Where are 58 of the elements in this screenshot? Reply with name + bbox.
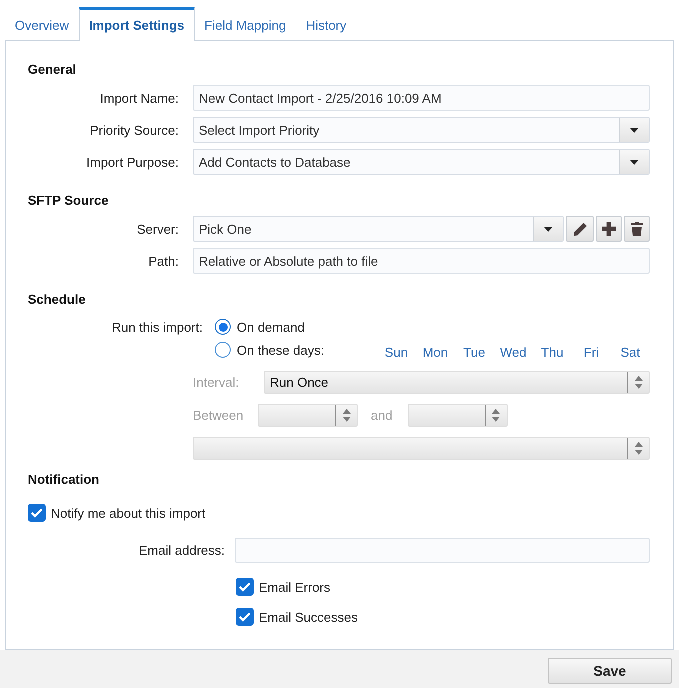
weekday-label: Thu (540, 345, 565, 360)
field-label: Between (193, 408, 245, 423)
plus-icon (602, 222, 616, 236)
dropdown[interactable]: Pick One (193, 216, 564, 242)
add-button[interactable] (596, 216, 622, 242)
checkbox-label[interactable]: Email Successes (259, 610, 358, 624)
email-field[interactable] (235, 538, 650, 563)
tab[interactable]: Import Settings (79, 7, 195, 41)
pencil-icon (572, 222, 588, 236)
updown-arrows-icon (634, 442, 642, 455)
weekday-label: Wed (499, 345, 528, 360)
checkbox[interactable] (28, 504, 46, 522)
checkbox-label[interactable]: Email Errors (259, 580, 331, 594)
checkmark-icon (31, 508, 43, 518)
save-button[interactable]: Save (548, 658, 672, 684)
dropdown[interactable]: Select Import Priority (193, 117, 650, 143)
section-heading: SFTP Source (28, 193, 109, 209)
trash-icon (631, 222, 643, 236)
tab[interactable]: Overview (5, 7, 80, 41)
text-field[interactable]: New Contact Import - 2/25/2016 10:09 AM (193, 85, 650, 111)
weekday-label: Fri (582, 345, 600, 360)
section-heading: Schedule (28, 292, 86, 308)
checkbox-label[interactable]: Notify me about this import (51, 506, 206, 520)
weekday-label: Tue (462, 345, 486, 360)
radio-button[interactable] (215, 319, 231, 335)
delete-button[interactable] (624, 216, 650, 242)
caret-icon (630, 128, 639, 132)
updown-arrows-icon (492, 409, 500, 422)
tab[interactable]: History (296, 7, 357, 41)
weekday-label: Sat (620, 345, 642, 360)
radio-label[interactable]: On demand (237, 320, 305, 334)
radio-button[interactable] (215, 342, 231, 358)
tab[interactable]: Field Mapping (194, 7, 296, 41)
section-heading: Notification (28, 472, 100, 488)
field-label: Server: (137, 222, 179, 236)
checkbox[interactable] (236, 578, 254, 596)
section-heading: General (28, 62, 76, 78)
text-field[interactable]: Relative or Absolute path to file (193, 248, 650, 274)
field-label: Run this import: (112, 320, 203, 334)
radio-label[interactable]: On these days: (237, 342, 324, 358)
edit-button[interactable] (566, 216, 594, 242)
field-label: and (371, 408, 393, 423)
field-label: Import Purpose: (86, 154, 179, 170)
weekday-label: Sun (384, 345, 410, 360)
caret-icon (544, 226, 553, 232)
checkbox[interactable] (236, 608, 254, 626)
field-label: Priority Source: (90, 122, 179, 138)
checkmark-icon (239, 612, 251, 622)
dropdown[interactable]: Add Contacts to Database (193, 149, 650, 175)
caret-icon (630, 160, 639, 164)
updown-arrows-icon (634, 376, 642, 389)
updown-arrows-icon (342, 409, 350, 422)
checkmark-icon (239, 582, 251, 592)
field-label: Path: (148, 254, 179, 268)
field-label: Interval: (193, 375, 240, 390)
field-label: Import Name: (100, 90, 179, 106)
weekday-label: Mon (422, 345, 450, 360)
field-label: Email address: (139, 543, 225, 558)
